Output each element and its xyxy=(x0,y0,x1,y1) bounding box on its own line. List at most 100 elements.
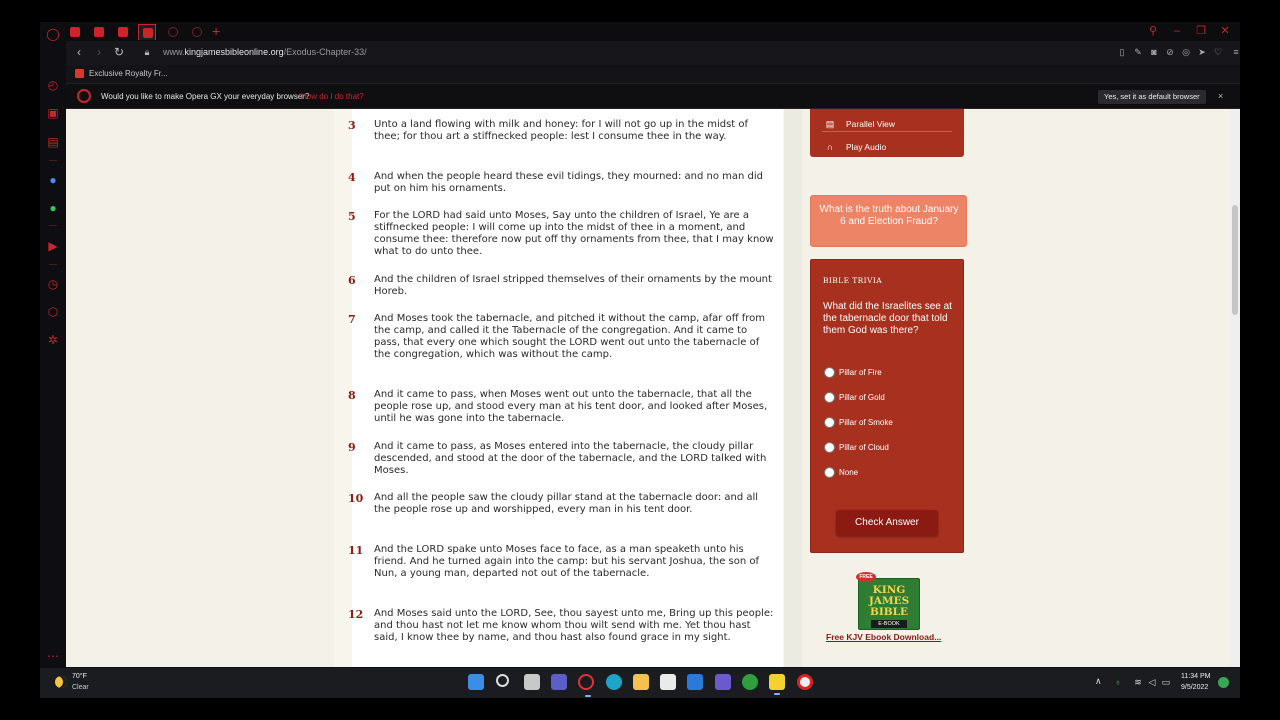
radio-button[interactable] xyxy=(824,417,835,428)
play-audio-link[interactable]: ∩ Play Audio xyxy=(824,140,886,154)
ebook-download-link[interactable]: Free KJV Ebook Download... xyxy=(826,632,941,642)
clock-time[interactable]: 11:34 PM xyxy=(1181,673,1210,680)
menu-item-label: Parallel View xyxy=(846,119,895,129)
task-view-icon[interactable] xyxy=(524,674,540,690)
trivia-heading: BIBLE TRIVIA xyxy=(823,276,883,285)
maximize-button[interactable]: ❐ xyxy=(1194,24,1208,38)
more-icon[interactable]: ⋯ xyxy=(45,648,61,664)
verse: 7 And Moses took the tabernacle, and pitc… xyxy=(348,313,774,361)
truth-banner-button[interactable]: What is the truth about January 6 and El… xyxy=(810,195,967,247)
chat-icon[interactable] xyxy=(551,674,567,690)
verse-number[interactable]: 4 xyxy=(348,171,368,184)
photos-icon[interactable] xyxy=(715,674,731,690)
verse-text: And the children of Israel stripped them… xyxy=(374,274,772,297)
back-icon[interactable]: ‹ xyxy=(72,45,86,59)
verse-number[interactable]: 9 xyxy=(348,441,368,454)
url-prefix: www. xyxy=(163,47,185,57)
lock-icon[interactable]: 🔒︎ xyxy=(140,45,154,59)
verse: 5 For the LORD had said unto Moses, Say u… xyxy=(348,210,774,258)
settings-icon[interactable]: ✲ xyxy=(45,332,61,348)
whatsapp-icon[interactable]: ● xyxy=(45,200,61,216)
kjv-ebook-image[interactable]: KING JAMES BIBLE E-BOOK xyxy=(858,578,920,630)
verse-number[interactable]: 6 xyxy=(348,274,368,287)
edge-icon[interactable] xyxy=(606,674,622,690)
gx-control-icon[interactable]: ▣ xyxy=(45,105,61,121)
radio-button[interactable] xyxy=(824,367,835,378)
scrollbar-thumb[interactable] xyxy=(1232,205,1238,315)
tab-loading-1[interactable] xyxy=(164,24,182,40)
tab-1[interactable] xyxy=(66,24,84,40)
notification-icon[interactable] xyxy=(1218,677,1229,688)
player-icon[interactable]: ▶ xyxy=(45,238,61,254)
weather-moon-icon[interactable] xyxy=(55,676,67,688)
snapshot-icon[interactable]: ◙ xyxy=(1148,46,1160,58)
heart-icon[interactable]: ♡ xyxy=(1212,46,1224,58)
mail-icon[interactable] xyxy=(687,674,703,690)
forward-icon[interactable]: › xyxy=(92,45,106,59)
volume-icon[interactable]: ◁ xyxy=(1146,676,1158,688)
how-to-link[interactable]: How do I do that? xyxy=(301,92,364,101)
clock-date[interactable]: 9/5/2022 xyxy=(1181,684,1208,691)
close-bar-icon[interactable]: × xyxy=(1218,91,1223,101)
default-browser-question: Would you like to make Opera GX your eve… xyxy=(101,92,310,101)
tab-loading-2[interactable] xyxy=(188,24,206,40)
check-answer-button[interactable]: Check Answer xyxy=(836,510,938,536)
address-field[interactable]: www.kingjamesbibleonline.org/Exodus-Chap… xyxy=(163,47,367,57)
verse-number[interactable]: 11 xyxy=(348,544,368,557)
page-scrollbar[interactable] xyxy=(1230,109,1240,667)
send-icon[interactable]: ➤ xyxy=(1196,46,1208,58)
weather-temperature: 70°F xyxy=(72,673,87,680)
close-window-button[interactable]: ✕ xyxy=(1218,24,1232,38)
opera-menu-icon[interactable]: ◯ xyxy=(45,26,61,42)
obs-icon[interactable] xyxy=(797,674,813,690)
verse-text: And when the people heard these evil tid… xyxy=(374,171,763,194)
set-default-button[interactable]: Yes, set it as default browser xyxy=(1098,90,1206,104)
search-icon[interactable] xyxy=(496,674,509,687)
history-icon[interactable]: ◷ xyxy=(45,276,61,292)
reload-icon[interactable]: ↻ xyxy=(112,45,126,59)
tab-active[interactable] xyxy=(138,24,156,40)
verse-number[interactable]: 12 xyxy=(348,608,368,621)
option-label: Pillar of Gold xyxy=(839,393,885,402)
verse-number[interactable]: 3 xyxy=(348,119,368,132)
adblock-icon[interactable]: ⊘ xyxy=(1164,46,1176,58)
bookmarks-bar: Exclusive Royalty Fr... xyxy=(66,65,1240,83)
url-path: /Exodus-Chapter-33/ xyxy=(283,47,367,57)
verse-number[interactable]: 8 xyxy=(348,389,368,402)
start-icon[interactable] xyxy=(468,674,484,690)
file-explorer-icon[interactable] xyxy=(633,674,649,690)
sticky-app-icon[interactable] xyxy=(769,674,785,695)
reader-icon[interactable]: ▯ xyxy=(1116,46,1128,58)
bookmark-item[interactable]: Exclusive Royalty Fr... xyxy=(89,69,168,78)
tab-2[interactable] xyxy=(90,24,108,40)
speed-dial-icon[interactable]: ◴ xyxy=(45,77,61,93)
chapter-menu: ▤ Parallel View ∩ Play Audio xyxy=(810,109,964,157)
xbox-icon[interactable] xyxy=(742,674,758,690)
verse-number[interactable]: 5 xyxy=(348,210,368,223)
verse-number[interactable]: 7 xyxy=(348,313,368,326)
store-icon[interactable] xyxy=(660,674,676,690)
messenger-icon[interactable]: ● xyxy=(45,172,61,188)
option-label: None xyxy=(839,468,859,477)
new-tab-button[interactable]: + xyxy=(212,23,220,39)
vpn-icon[interactable]: ◎ xyxy=(1180,46,1192,58)
verse-number[interactable]: 10 xyxy=(348,492,368,505)
extensions-icon[interactable]: ⬡ xyxy=(45,304,61,320)
menu-icon[interactable]: ≡ xyxy=(1230,46,1240,58)
radio-button[interactable] xyxy=(824,467,835,478)
parallel-view-link[interactable]: ▤ Parallel View xyxy=(824,117,895,131)
radio-button[interactable] xyxy=(824,442,835,453)
tab-3[interactable] xyxy=(114,24,132,40)
microphone-icon[interactable]: ♁ xyxy=(1112,676,1124,688)
edit-icon[interactable]: ✎ xyxy=(1132,46,1144,58)
wifi-icon[interactable]: ≋ xyxy=(1132,676,1144,688)
battery-icon[interactable]: ▭ xyxy=(1160,676,1172,688)
radio-button[interactable] xyxy=(824,392,835,403)
twitch-icon[interactable]: ▤ xyxy=(45,134,61,150)
tray-overflow-icon[interactable]: ∧ xyxy=(1095,676,1102,687)
opera-gx-icon[interactable] xyxy=(578,674,594,697)
truth-banner-text: What is the truth about January 6 and El… xyxy=(819,204,959,227)
minimize-button[interactable]: – xyxy=(1170,24,1184,38)
verse: 12 And Moses said unto the LORD, See, tho… xyxy=(348,608,774,644)
search-tabs-icon[interactable]: ⚲ xyxy=(1146,24,1160,38)
